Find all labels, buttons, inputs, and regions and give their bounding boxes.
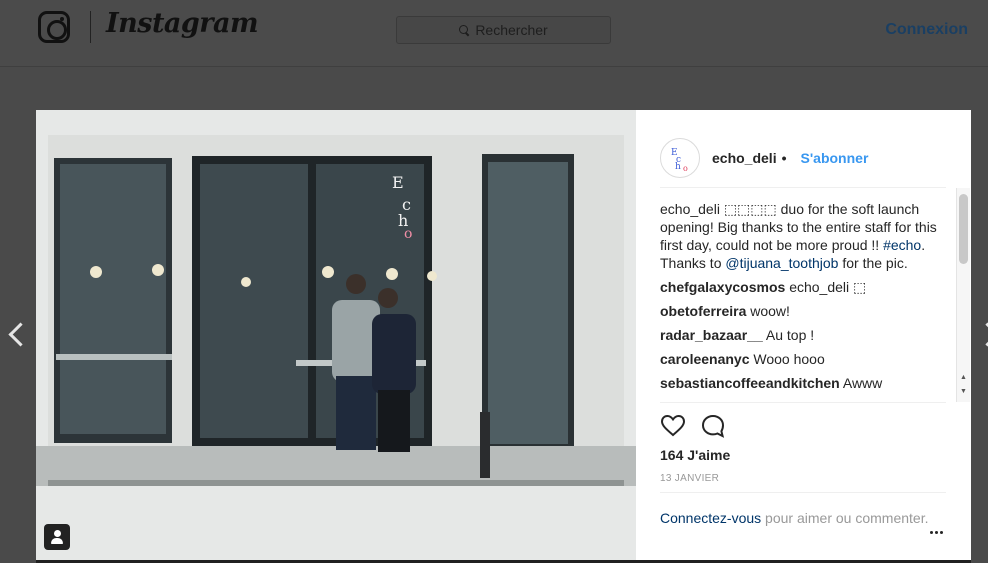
comment-list[interactable]: echo_deli ⬚⬚⬚⬚ duo for the soft launch o… bbox=[660, 200, 956, 402]
comment-username[interactable]: obetoferreira bbox=[660, 303, 746, 319]
login-prompt-text: pour aimer ou commenter. bbox=[761, 510, 929, 526]
scrollbar-thumb[interactable] bbox=[959, 194, 968, 264]
more-dot bbox=[940, 531, 943, 534]
comment-text: woow! bbox=[750, 303, 790, 319]
comment-item: obetoferreira woow! bbox=[660, 302, 956, 320]
avatar-logo-icon: E c h o bbox=[671, 148, 688, 173]
search-placeholder: Rechercher bbox=[475, 22, 548, 38]
storefront-photo: E c h o bbox=[36, 110, 636, 560]
heart-icon[interactable] bbox=[660, 413, 686, 439]
top-navigation-bar: Instagram Rechercher Connexion bbox=[0, 0, 988, 67]
comment-username[interactable]: radar_bazaar__ bbox=[660, 327, 763, 343]
comment-icon[interactable] bbox=[700, 413, 726, 439]
chevron-left-icon[interactable] bbox=[8, 322, 24, 348]
mention-link[interactable]: @tijuana_toothjob bbox=[725, 255, 838, 271]
comment-item: chefgalaxycosmos echo_deli ⬚ bbox=[660, 278, 956, 296]
post-sidebar: E c h o echo_deli • S'abonner echo_deli … bbox=[636, 110, 971, 560]
post-username[interactable]: echo_deli bbox=[712, 150, 777, 166]
comment-text: Awww bbox=[842, 375, 883, 391]
logo-divider bbox=[90, 11, 91, 43]
header-separator: • bbox=[781, 149, 787, 166]
search-icon bbox=[459, 24, 470, 36]
instagram-camera-icon[interactable] bbox=[38, 11, 70, 43]
scroll-down-arrow-icon[interactable]: ▼ bbox=[959, 386, 968, 398]
follow-button[interactable]: S'abonner bbox=[801, 150, 869, 166]
svg-text:h: h bbox=[675, 162, 681, 172]
comment-item: radar_bazaar__ Au top ! bbox=[660, 326, 956, 344]
comment-item: sebastiancoffeeandkitchen Awww bbox=[660, 374, 956, 392]
post-modal: E c h o E c h o echo_deli • S'abonner ec… bbox=[36, 110, 971, 560]
caption-text-end: for the pic. bbox=[838, 255, 908, 271]
user-tag-icon[interactable] bbox=[44, 524, 70, 550]
login-prompt-link[interactable]: Connectez-vous bbox=[660, 510, 761, 526]
comment-text: Au top ! bbox=[765, 327, 815, 343]
post-header: E c h o echo_deli • S'abonner bbox=[660, 128, 946, 188]
post-date[interactable]: 13 JANVIER bbox=[660, 473, 719, 484]
caption-username[interactable]: echo_deli bbox=[660, 201, 720, 217]
more-dot bbox=[935, 531, 938, 534]
avatar[interactable]: E c h o bbox=[660, 137, 700, 178]
more-dots-icon[interactable] bbox=[930, 531, 944, 535]
svg-text:o: o bbox=[404, 226, 412, 242]
post-actions: 164 J'aime 13 JANVIER bbox=[660, 402, 946, 492]
chevron-right-icon[interactable] bbox=[979, 322, 988, 348]
post-caption: echo_deli ⬚⬚⬚⬚ duo for the soft launch o… bbox=[660, 200, 956, 272]
scroll-up-arrow-icon[interactable]: ▲ bbox=[959, 372, 968, 384]
search-input[interactable]: Rechercher bbox=[396, 16, 611, 44]
comment-text: Wooo hooo bbox=[753, 351, 825, 367]
comment-username[interactable]: caroleenanyc bbox=[660, 351, 750, 367]
like-count[interactable]: 164 J'aime bbox=[660, 447, 730, 463]
svg-text:E: E bbox=[392, 173, 404, 192]
svg-text:o: o bbox=[683, 164, 688, 173]
login-prompt: Connectez-vous pour aimer ou commenter. bbox=[660, 492, 946, 560]
login-link[interactable]: Connexion bbox=[885, 21, 968, 39]
comment-text: echo_deli ⬚ bbox=[789, 279, 867, 295]
hashtag-link[interactable]: #echo bbox=[883, 237, 921, 253]
comment-username[interactable]: chefgalaxycosmos bbox=[660, 279, 785, 295]
comment-scrollbar[interactable]: ▲ ▼ bbox=[956, 188, 970, 402]
instagram-wordmark[interactable]: Instagram bbox=[106, 8, 259, 39]
comment-username[interactable]: sebastiancoffeeandkitchen bbox=[660, 375, 840, 391]
comment-item: caroleenanyc Wooo hooo bbox=[660, 350, 956, 368]
more-dot bbox=[930, 531, 933, 534]
post-photo: E c h o bbox=[36, 110, 636, 560]
